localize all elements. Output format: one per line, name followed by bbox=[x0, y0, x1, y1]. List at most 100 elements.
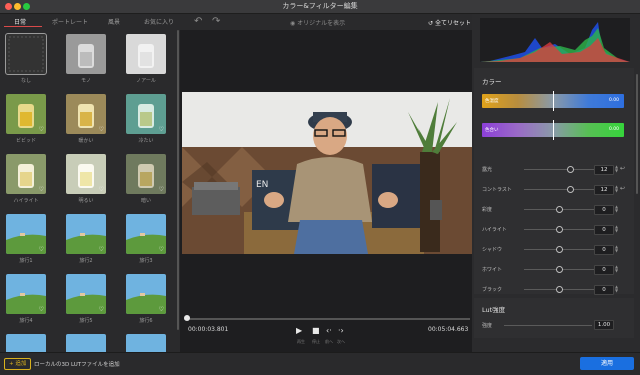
tab-landscape[interactable]: 風景 bbox=[108, 17, 120, 26]
slider-track[interactable] bbox=[524, 169, 594, 170]
slider-knob[interactable] bbox=[566, 186, 574, 193]
favorite-heart-icon[interactable]: ♡ bbox=[159, 306, 164, 313]
apply-button[interactable]: 適用 bbox=[580, 357, 634, 370]
value-stepper-icon[interactable]: ▲ ▼ bbox=[615, 285, 618, 293]
prev-frame-icon[interactable]: ‹· bbox=[326, 326, 332, 335]
value-stepper-icon[interactable]: ▲ ▼ bbox=[615, 225, 618, 233]
slider-label: 彩度 bbox=[482, 207, 493, 213]
reset-all-button[interactable]: ↺ 全てリセット bbox=[428, 18, 471, 27]
tint-handle[interactable] bbox=[553, 120, 554, 140]
favorite-heart-icon[interactable]: ♡ bbox=[99, 246, 104, 253]
filter-thumbnail[interactable]: ♡ bbox=[126, 154, 166, 194]
adjustment-scrollbar[interactable] bbox=[636, 74, 638, 194]
filter-thumbnail[interactable] bbox=[5, 33, 47, 75]
value-stepper-icon[interactable]: ▲ ▼ bbox=[615, 165, 618, 173]
value-stepper-icon[interactable]: ▲ ▼ bbox=[615, 185, 618, 193]
filter-thumbnail[interactable] bbox=[126, 34, 166, 74]
undo-icon[interactable]: ↶ bbox=[194, 16, 202, 27]
slider-knob[interactable] bbox=[556, 286, 563, 293]
favorite-heart-icon[interactable]: ♡ bbox=[39, 246, 44, 253]
filter-thumbnail[interactable]: ♡ bbox=[6, 94, 46, 134]
filter-label: 旅行1 bbox=[19, 258, 33, 264]
tint-value: 0.00 bbox=[608, 127, 619, 132]
filter-label: 旅行4 bbox=[19, 318, 33, 324]
favorite-heart-icon[interactable]: ♡ bbox=[39, 306, 44, 313]
video-frame: EN bbox=[182, 92, 472, 254]
filter-thumbnail[interactable]: ♡ bbox=[6, 214, 46, 254]
tab-favorites[interactable]: お気に入り bbox=[144, 17, 174, 26]
lut-strength-value[interactable]: 1.00 bbox=[594, 320, 614, 330]
value-stepper-icon[interactable]: ▲ ▼ bbox=[615, 205, 618, 213]
filter-thumbnail[interactable] bbox=[6, 334, 46, 352]
filter-thumbnail[interactable] bbox=[126, 334, 166, 352]
slider-knob[interactable] bbox=[556, 226, 563, 233]
next-label: 次へ bbox=[337, 339, 345, 344]
histogram-chart bbox=[480, 22, 630, 62]
filter-thumbnail[interactable] bbox=[66, 334, 106, 352]
slider-value[interactable]: 0 bbox=[594, 225, 614, 235]
timeline-playhead[interactable] bbox=[184, 315, 190, 321]
slider-value[interactable]: 0 bbox=[594, 245, 614, 255]
lut-strength-track[interactable] bbox=[504, 325, 592, 326]
filter-thumbnail[interactable]: ♡ bbox=[66, 154, 106, 194]
slider-knob[interactable] bbox=[556, 206, 563, 213]
stop-label: 停止 bbox=[312, 339, 320, 344]
filter-thumbnail[interactable]: ♡ bbox=[126, 274, 166, 314]
filter-thumbnail[interactable]: ♡ bbox=[66, 274, 106, 314]
timeline-track[interactable] bbox=[184, 318, 470, 320]
stop-icon[interactable]: ■ bbox=[312, 326, 320, 335]
redo-icon[interactable]: ↷ bbox=[212, 16, 220, 27]
favorite-heart-icon[interactable]: ♡ bbox=[159, 126, 164, 133]
filter-tabs: 日常 ポートレート 風景 お気に入り bbox=[0, 14, 180, 28]
filter-thumbnail[interactable]: ♡ bbox=[6, 274, 46, 314]
slider-track[interactable] bbox=[524, 189, 594, 190]
filter-scrollbar[interactable] bbox=[177, 30, 179, 330]
tint-slider[interactable]: 色合い 0.00 bbox=[482, 120, 624, 140]
play-label: 再生 bbox=[297, 339, 305, 344]
favorite-heart-icon[interactable]: ♡ bbox=[39, 126, 44, 133]
reset-slider-icon[interactable]: ↩ bbox=[620, 165, 625, 172]
next-frame-icon[interactable]: ·› bbox=[338, 326, 344, 335]
play-icon[interactable]: ▶ bbox=[296, 326, 302, 335]
slider-value[interactable]: 0 bbox=[594, 205, 614, 215]
lut-section: Lut強度 強度 1.00 bbox=[474, 298, 634, 338]
slider-value[interactable]: 0 bbox=[594, 265, 614, 275]
lut-section-title: Lut強度 bbox=[482, 306, 506, 314]
slider-knob[interactable] bbox=[556, 266, 563, 273]
slider-knob[interactable] bbox=[566, 166, 574, 173]
filter-thumbnail[interactable]: ♡ bbox=[66, 214, 106, 254]
preview-area: ↶ ↷ ◉ オリジナルを表示 ↺ 全てリセット EN 00:00:03.801 … bbox=[180, 14, 472, 352]
favorite-heart-icon[interactable]: ♡ bbox=[99, 306, 104, 313]
slider-label: コントラスト bbox=[482, 187, 512, 193]
reset-slider-icon[interactable]: ↩ bbox=[620, 185, 625, 192]
total-time: 00:05:04.663 bbox=[428, 326, 469, 333]
favorite-heart-icon[interactable]: ♡ bbox=[99, 186, 104, 193]
slider-value[interactable]: 0 bbox=[594, 285, 614, 295]
filter-label: 旅行6 bbox=[139, 318, 153, 324]
filter-thumbnail[interactable]: ♡ bbox=[126, 94, 166, 134]
slider-knob[interactable] bbox=[556, 246, 563, 253]
filter-thumbnail[interactable]: ♡ bbox=[66, 94, 106, 134]
show-original-button[interactable]: ◉ オリジナルを表示 bbox=[290, 18, 345, 27]
temperature-slider[interactable]: 色温度 0.00 bbox=[482, 91, 624, 111]
tab-daily[interactable]: 日常 bbox=[14, 17, 26, 26]
filter-label: 冷たい bbox=[138, 138, 154, 144]
favorite-heart-icon[interactable]: ♡ bbox=[99, 126, 104, 133]
favorite-heart-icon[interactable]: ♡ bbox=[39, 186, 44, 193]
filter-thumbnail[interactable]: ♡ bbox=[126, 214, 166, 254]
favorite-heart-icon[interactable]: ♡ bbox=[159, 186, 164, 193]
slider-label: ハイライト bbox=[482, 227, 507, 233]
add-lut-button[interactable]: + 追加 bbox=[4, 358, 32, 370]
value-stepper-icon[interactable]: ▲ ▼ bbox=[615, 265, 618, 273]
reset-icon: ↺ bbox=[428, 20, 435, 27]
filter-thumbnail[interactable] bbox=[66, 34, 106, 74]
filter-thumbnail[interactable]: ♡ bbox=[6, 154, 46, 194]
favorite-heart-icon[interactable]: ♡ bbox=[159, 246, 164, 253]
temperature-handle[interactable] bbox=[553, 91, 554, 111]
filter-label: 旅行2 bbox=[79, 258, 93, 264]
slider-label: ブラック bbox=[482, 287, 503, 293]
tab-portrait[interactable]: ポートレート bbox=[52, 17, 88, 26]
slider-value[interactable]: 12 bbox=[594, 165, 614, 175]
slider-value[interactable]: 12 bbox=[594, 185, 614, 195]
value-stepper-icon[interactable]: ▲ ▼ bbox=[615, 245, 618, 253]
